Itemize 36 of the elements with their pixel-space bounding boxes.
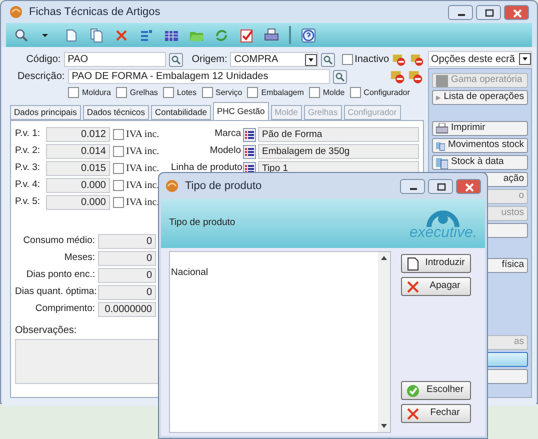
- logo-text: executive.: [409, 225, 477, 240]
- field-label: Modelo: [208, 144, 241, 158]
- field-label: Descrição:: [16, 70, 65, 84]
- field-label: P.v. 1:: [15, 127, 41, 142]
- field-label: Linha de produto: [171, 161, 241, 176]
- checkbox-label: Lotes: [176, 86, 196, 98]
- field-label: P.v. 5:: [15, 195, 41, 210]
- checkbox-label: IVA inc.: [126, 196, 160, 210]
- checkbox-label: IVA inc.: [126, 179, 160, 193]
- field-label: P.v. 2:: [15, 144, 41, 158]
- field-label: Observações:: [15, 324, 78, 338]
- field-label: Marca: [214, 127, 241, 142]
- field-label: P.v. 4:: [15, 178, 41, 192]
- header-title: Tipo de produto: [169, 216, 236, 230]
- field-label: Comprimento:: [34, 302, 95, 316]
- dropdown-value: Opções deste ecrã: [431, 52, 515, 66]
- checkbox-label: IVA inc.: [126, 145, 160, 159]
- checkbox-label: Serviço: [216, 86, 242, 98]
- checkbox-label: Molde: [322, 86, 345, 98]
- checkbox-label: Inactivo: [354, 53, 390, 67]
- field-label: Meses:: [63, 251, 95, 266]
- checkbox-label: IVA inc.: [126, 162, 160, 176]
- checkbox-label: IVA inc.: [126, 128, 160, 142]
- field-label: Código:: [25, 53, 61, 67]
- field-label: P.v. 3:: [15, 161, 41, 176]
- field-label: Consumo médio:: [22, 234, 95, 248]
- checkbox-label: Grelhas: [130, 86, 158, 98]
- field-label: Dias ponto enc.:: [25, 268, 95, 282]
- window-title: Fichas Técnicas de Artigos: [29, 4, 160, 20]
- field-label: Dias quant. óptima:: [15, 285, 95, 300]
- checkbox-label: Configurador: [364, 86, 410, 98]
- checkbox-label: Moldura: [82, 86, 111, 98]
- dropdown-value: COMPRA: [234, 53, 278, 67]
- checkbox-label: Embalagem: [261, 86, 304, 98]
- window-title: Tipo de produto: [185, 178, 262, 194]
- field-label: Origem:: [192, 53, 228, 67]
